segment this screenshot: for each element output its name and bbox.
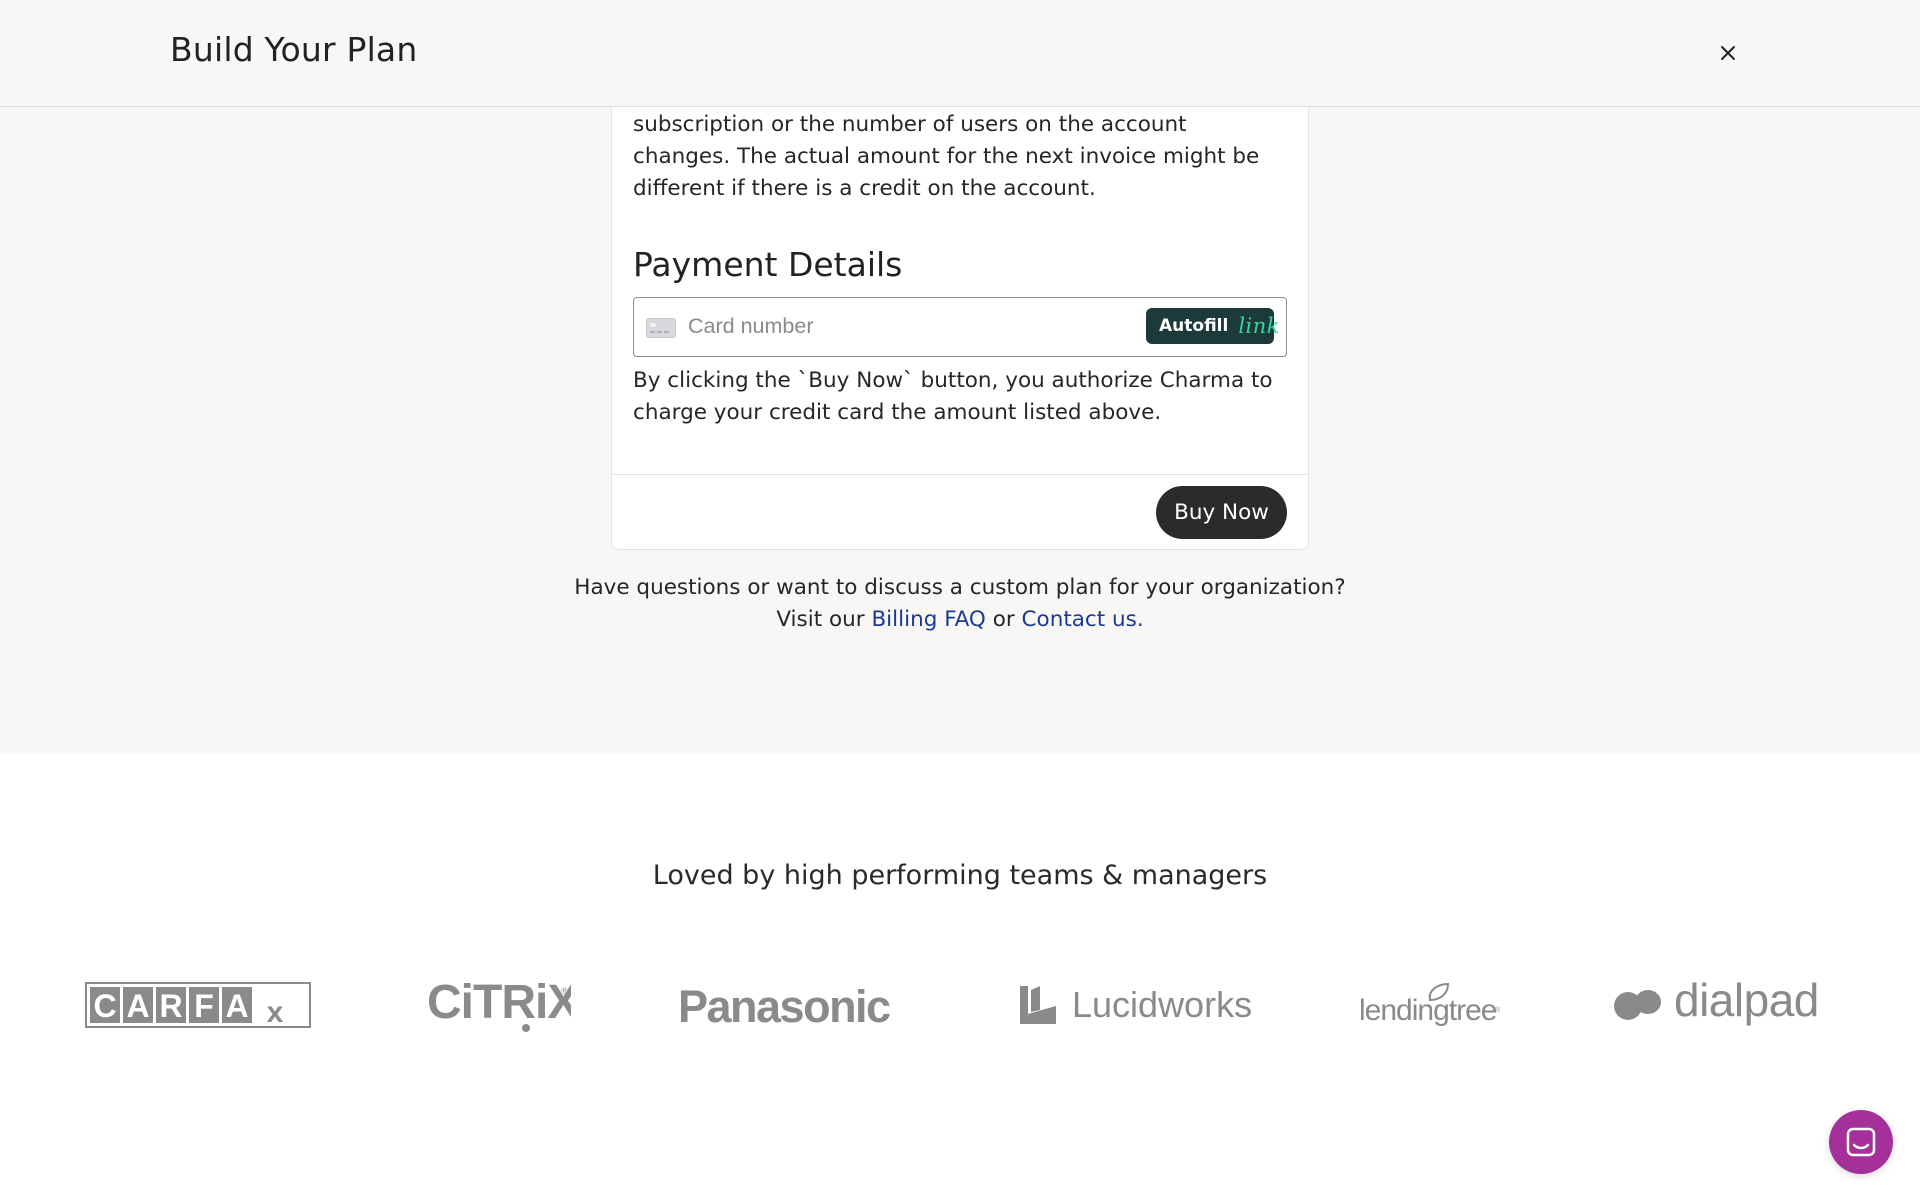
autofill-label: Autofill <box>1159 316 1229 336</box>
svg-text:lendingtree: lendingtree <box>1359 994 1497 1027</box>
svg-text:A: A <box>126 988 149 1024</box>
svg-text:R: R <box>159 988 182 1024</box>
svg-text:F: F <box>194 988 214 1024</box>
carfax-logo: CARFA x <box>85 982 311 1028</box>
top-bar: Build Your Plan <box>0 0 1920 107</box>
autofill-button[interactable]: Autofill link <box>1146 308 1280 344</box>
credit-card-icon <box>646 318 676 338</box>
close-icon <box>1721 46 1735 60</box>
dialpad-logo: dialpad <box>1614 980 1819 1026</box>
svg-text:®: ® <box>1495 1006 1501 1014</box>
customers-section <box>0 754 1920 1200</box>
buy-now-button[interactable]: Buy Now <box>1156 486 1287 539</box>
card-number-field[interactable]: Autofill link <box>633 297 1287 357</box>
svg-text:x: x <box>267 996 284 1028</box>
visit-prefix: Visit our <box>776 607 865 632</box>
card-number-input[interactable] <box>688 308 1148 344</box>
svg-text:A: A <box>225 988 248 1024</box>
payment-details-title: Payment Details <box>633 245 903 284</box>
help-line: Have questions or want to discuss a cust… <box>574 575 1346 600</box>
svg-text:Panasonic: Panasonic <box>678 981 890 1030</box>
link-logo: link <box>1238 314 1281 338</box>
svg-text:C: C <box>93 988 116 1024</box>
billing-faq-link[interactable]: Billing FAQ <box>871 607 985 632</box>
panasonic-logo: Panasonic <box>678 981 892 1030</box>
svg-text:CiTRiX: CiTRiX <box>427 976 571 1029</box>
svg-text:dialpad: dialpad <box>1674 980 1819 1026</box>
or-text: or <box>992 607 1015 632</box>
svg-text:Lucidworks: Lucidworks <box>1072 984 1252 1025</box>
card-footer-divider <box>612 474 1308 475</box>
page-title: Build Your Plan <box>170 30 418 69</box>
svg-text:®: ® <box>561 986 568 996</box>
contact-us-link[interactable]: Contact us. <box>1022 607 1144 632</box>
help-text: Have questions or want to discuss a cust… <box>560 572 1360 636</box>
close-button[interactable] <box>1713 38 1743 68</box>
checkout-card: subscription or the number of users on t… <box>611 107 1309 550</box>
lendingtree-logo: lendingtree ® <box>1359 982 1501 1027</box>
citrix-logo: CiTRiX ® <box>427 976 571 1032</box>
invoice-note: subscription or the number of users on t… <box>633 112 1260 201</box>
authorize-text: By clicking the `Buy Now` button, you au… <box>633 368 1273 425</box>
lucidworks-logo: Lucidworks <box>1020 984 1252 1025</box>
chat-icon <box>1846 1127 1876 1157</box>
chat-launcher-button[interactable] <box>1829 1110 1893 1174</box>
customers-heading: Loved by high performing teams & manager… <box>652 860 1268 891</box>
